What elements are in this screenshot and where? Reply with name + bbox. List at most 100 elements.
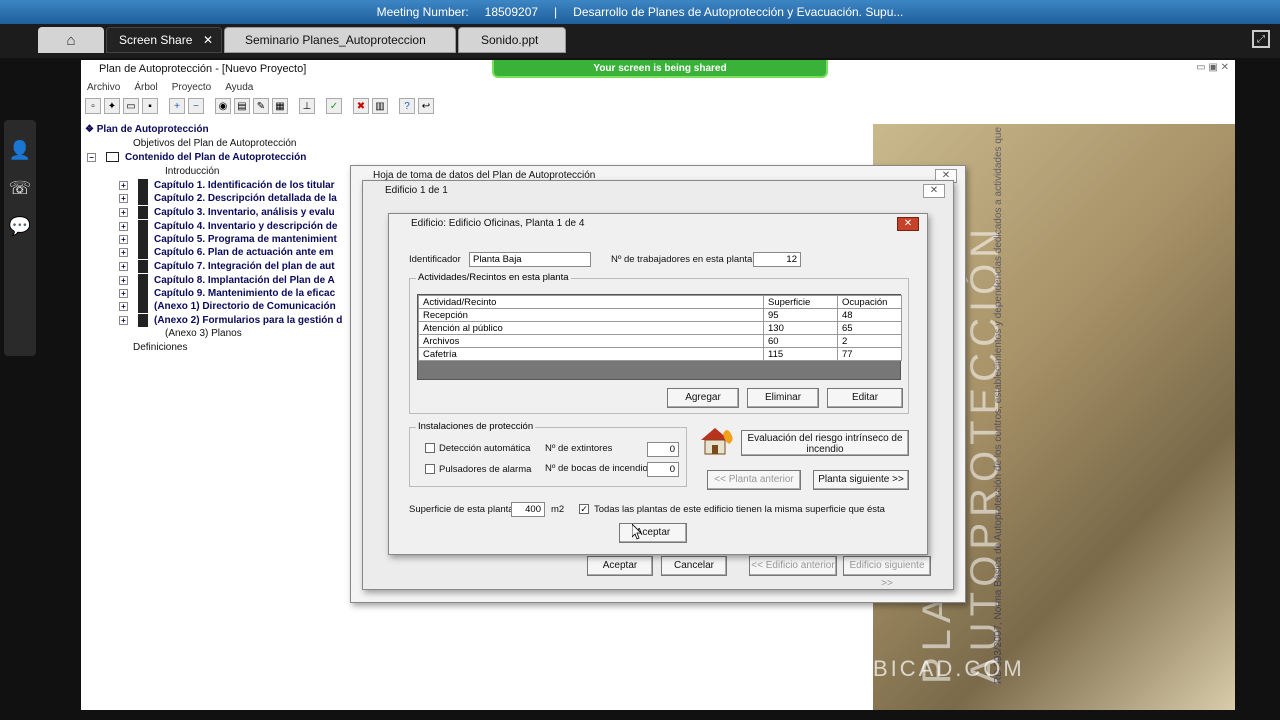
tree-root[interactable]: ❖ Plan de Autoprotección xyxy=(85,124,209,135)
bocas-label: Nº de bocas de incendio xyxy=(545,463,648,474)
table-row[interactable]: Cafetría 115 77 xyxy=(418,347,902,361)
new-icon[interactable]: ▫ xyxy=(85,98,101,114)
table-row[interactable]: Atención al público 130 65 xyxy=(418,321,902,335)
menu-arbol[interactable]: Árbol xyxy=(134,82,157,93)
tree-item[interactable]: + (Anexo 2) Formularios para la gestión d xyxy=(119,314,342,327)
tab-label: Seminario Planes_Autoproteccion xyxy=(245,33,426,47)
todas-checkbox[interactable]: ✓ xyxy=(579,504,589,514)
meeting-number: 18509207 xyxy=(484,5,539,19)
stop-icon[interactable]: ✖ xyxy=(353,98,369,114)
tab-screen-share[interactable]: Screen Share ✕ xyxy=(106,27,222,53)
share-banner: Your screen is being shared xyxy=(492,60,828,78)
exit-icon[interactable]: ↩ xyxy=(418,98,434,114)
table-header[interactable]: Ocupación xyxy=(837,295,902,309)
dialog-title: Edificio: Edificio Oficinas, Planta 1 de… xyxy=(411,218,585,229)
evaluacion-button[interactable]: Evaluación del riesgo intrínseco de ince… xyxy=(741,430,909,456)
tree-item[interactable]: + (Anexo 1) Directorio de Comunicación xyxy=(119,300,336,313)
pulsadores-checkbox[interactable] xyxy=(425,464,435,474)
prev-building-button[interactable]: << Edificio anterior xyxy=(749,556,837,576)
meeting-title: Desarrollo de Planes de Autoprotección y… xyxy=(573,5,904,19)
group-label: Actividades/Recintos en esta planta xyxy=(416,272,571,283)
menu-bar: Archivo Árbol Proyecto Ayuda xyxy=(81,79,1235,95)
chat-icon[interactable]: 💬 xyxy=(8,216,32,240)
tree-item[interactable]: + Capítulo 6. Plan de actuación ante em xyxy=(119,246,334,259)
cancel-button[interactable]: Cancelar xyxy=(661,556,727,576)
superficie-unit: m2 xyxy=(551,504,565,515)
identificador-input[interactable]: Planta Baja xyxy=(469,252,591,267)
table-cell: 115 xyxy=(763,347,838,361)
table-header[interactable]: Superficie xyxy=(763,295,838,309)
menu-archivo[interactable]: Archivo xyxy=(87,82,120,93)
meeting-sidebar: 👤 ☏ 💬 xyxy=(4,120,36,356)
editar-button[interactable]: Editar xyxy=(827,388,903,408)
tree-icon[interactable]: ⊥ xyxy=(299,98,315,114)
superficie-input[interactable]: 400 xyxy=(511,502,545,517)
eliminar-button[interactable]: Eliminar xyxy=(747,388,819,408)
tree-item[interactable]: + Capítulo 5. Programa de mantenimient xyxy=(119,233,337,246)
aceptar-button[interactable]: Aceptar xyxy=(619,523,687,543)
table-row[interactable]: Archivos 60 2 xyxy=(418,334,902,348)
tree-item[interactable]: Introducción xyxy=(165,166,219,177)
menu-proyecto[interactable]: Proyecto xyxy=(172,82,211,93)
group-label: Instalaciones de protección xyxy=(416,421,536,432)
accept-button[interactable]: Aceptar xyxy=(587,556,653,576)
save-icon[interactable]: ▪ xyxy=(142,98,158,114)
fullscreen-icon[interactable]: ⤢ xyxy=(1252,30,1270,48)
table-cell: 60 xyxy=(763,334,838,348)
close-icon[interactable]: ✕ xyxy=(923,184,945,198)
tab-sonido[interactable]: Sonido.ppt xyxy=(458,27,566,53)
tree-item[interactable]: + Capítulo 8. Implantación del Plan de A xyxy=(119,274,335,287)
home-tab[interactable]: ⌂ xyxy=(38,27,104,53)
report-icon[interactable]: ▦ xyxy=(272,98,288,114)
bocas-input[interactable]: 0 xyxy=(647,462,679,477)
tree-item[interactable]: + Capítulo 2. Descripción detallada de la xyxy=(119,192,337,205)
tree-item[interactable]: + Capítulo 1. Identificación de los titul… xyxy=(119,179,335,192)
dialog-title: Edificio 1 de 1 xyxy=(385,185,448,196)
table-header[interactable]: Actividad/Recinto xyxy=(418,295,764,309)
planta-anterior-button[interactable]: << Planta anterior xyxy=(707,470,801,490)
menu-ayuda[interactable]: Ayuda xyxy=(225,82,253,93)
collapse-icon[interactable]: − xyxy=(188,98,204,114)
planta-dialog: Edificio: Edificio Oficinas, Planta 1 de… xyxy=(388,213,928,555)
table-cell: Cafetría xyxy=(418,347,764,361)
check-icon[interactable]: ✓ xyxy=(326,98,342,114)
document-icon[interactable]: ▤ xyxy=(234,98,250,114)
agregar-button[interactable]: Agregar xyxy=(667,388,739,408)
bottom-strip xyxy=(0,710,1280,720)
tree-item[interactable]: + Capítulo 4. Inventario y descripción de xyxy=(119,220,337,233)
deteccion-label: Detección automática xyxy=(439,443,531,454)
close-icon[interactable]: ✕ xyxy=(203,33,213,47)
cover-subtitle: RD 393/2007, Norma Básica de Autoprotecc… xyxy=(993,124,1004,684)
help-icon[interactable]: ? xyxy=(399,98,415,114)
next-building-button[interactable]: Edificio siguiente >> xyxy=(843,556,931,589)
tab-label: Sonido.ppt xyxy=(481,33,539,47)
tab-seminario[interactable]: Seminario Planes_Autoproteccion xyxy=(224,27,456,53)
deteccion-checkbox[interactable] xyxy=(425,443,435,453)
tree-item[interactable]: + Capítulo 9. Mantenimiento de la eficac xyxy=(119,287,335,300)
trabajadores-input[interactable]: 12 xyxy=(753,252,801,267)
window-buttons[interactable]: ▭ ▣ ✕ xyxy=(1196,62,1229,73)
phone-icon[interactable]: ☏ xyxy=(8,178,32,202)
planta-siguiente-button[interactable]: Planta siguiente >> xyxy=(813,470,909,490)
tools-icon[interactable]: ✎ xyxy=(253,98,269,114)
tree-item-contenido[interactable]: − Contenido del Plan de Autoprotección xyxy=(87,152,306,163)
close-icon[interactable]: ✕ xyxy=(897,217,919,231)
tree-item[interactable]: Objetivos del Plan de Autoprotección xyxy=(133,138,296,149)
meeting-bar: Meeting Number: 18509207 | Desarrollo de… xyxy=(0,0,1280,24)
tree-item[interactable]: Definiciones xyxy=(133,342,187,353)
expand-icon[interactable]: + xyxy=(169,98,185,114)
open-icon[interactable]: ▭ xyxy=(123,98,139,114)
participants-icon[interactable]: 👤 xyxy=(8,140,32,164)
table-cell: 2 xyxy=(837,334,902,348)
wand-icon[interactable]: ✦ xyxy=(104,98,120,114)
binoculars-icon[interactable]: ◉ xyxy=(215,98,231,114)
mouse-cursor-icon xyxy=(632,524,642,540)
trash-icon[interactable]: ▥ xyxy=(372,98,388,114)
extintores-input[interactable]: 0 xyxy=(647,442,679,457)
actividades-table: Actividad/Recinto Superficie Ocupación R… xyxy=(417,294,902,380)
tree-item[interactable]: + Capítulo 3. Inventario, análisis y eval… xyxy=(119,206,335,219)
table-row[interactable]: Recepción 95 48 xyxy=(418,308,902,322)
tree-item[interactable]: + Capítulo 7. Integración del plan de aut xyxy=(119,260,335,273)
table-cell: Archivos xyxy=(418,334,764,348)
tree-item[interactable]: (Anexo 3) Planos xyxy=(165,328,242,339)
